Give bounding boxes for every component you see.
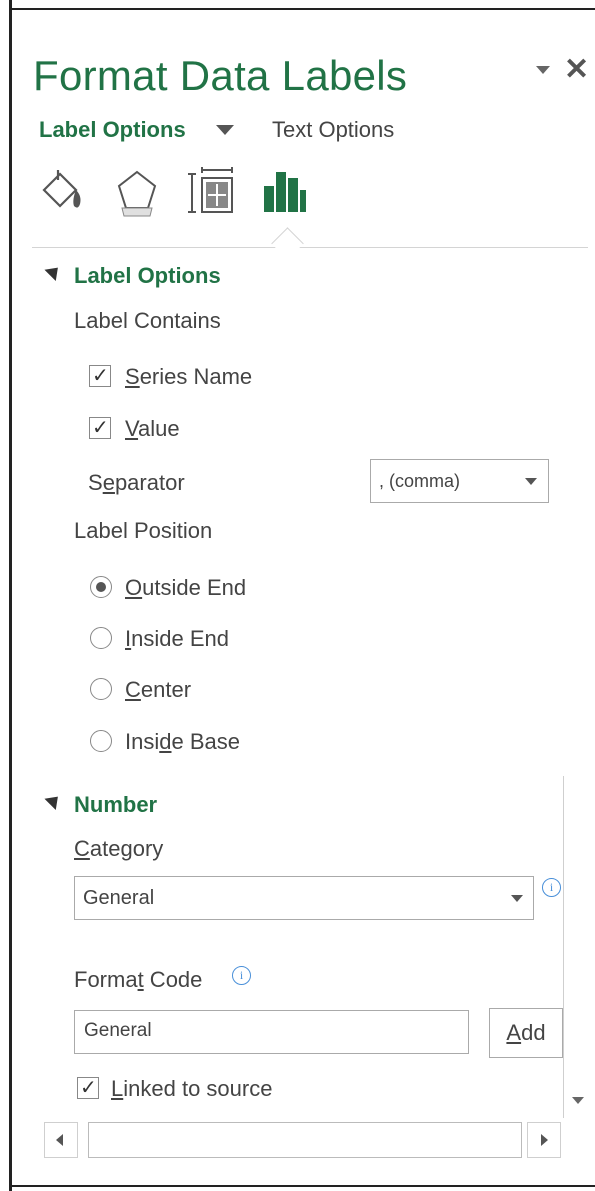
- label-position-heading: Label Position: [74, 518, 213, 543]
- info-icon[interactable]: i: [232, 966, 251, 985]
- scroll-down-arrow-icon[interactable]: [572, 1097, 584, 1104]
- center-label[interactable]: Center: [125, 677, 191, 703]
- value-label[interactable]: Value: [125, 416, 180, 442]
- effects-icon[interactable]: [112, 166, 162, 218]
- inside-base-label[interactable]: Inside Base: [125, 729, 240, 755]
- chevron-down-icon: [525, 478, 537, 485]
- info-icon[interactable]: i: [542, 878, 561, 897]
- collapse-triangle-icon[interactable]: [44, 261, 64, 282]
- label-options-icon[interactable]: [260, 166, 310, 218]
- format-code-label: Format Code: [74, 967, 203, 992]
- check-icon: ✓: [92, 363, 109, 387]
- collapse-triangle-icon[interactable]: [44, 790, 64, 811]
- series-name-label[interactable]: Series Name: [125, 364, 252, 390]
- inside-end-label[interactable]: Inside End: [125, 626, 229, 652]
- vertical-scrollbar[interactable]: [563, 776, 595, 1118]
- tab-divider: [32, 247, 588, 248]
- scroll-left-arrow-icon[interactable]: [44, 1122, 78, 1158]
- add-button[interactable]: Add: [489, 1008, 563, 1058]
- pane-border: [9, 0, 12, 1191]
- category-label: Category: [74, 836, 164, 861]
- radio-outside-end[interactable]: [90, 576, 112, 598]
- format-code-input[interactable]: General: [74, 1010, 469, 1054]
- tab-text-options[interactable]: Text Options: [272, 117, 394, 143]
- section-number[interactable]: Number: [74, 792, 157, 818]
- series-name-checkbox[interactable]: ✓: [89, 363, 111, 387]
- check-icon: ✓: [80, 1075, 97, 1099]
- separator-label: Separator: [88, 470, 185, 495]
- separator-select[interactable]: , (comma): [370, 459, 549, 503]
- scroll-right-arrow-icon[interactable]: [527, 1122, 561, 1158]
- section-label-options[interactable]: Label Options: [74, 263, 221, 289]
- horizontal-scroll-thumb[interactable]: [88, 1122, 522, 1158]
- linked-to-source-checkbox[interactable]: ✓: [77, 1075, 99, 1099]
- chevron-down-icon: [511, 895, 523, 902]
- tab-label-options[interactable]: Label Options: [39, 117, 186, 143]
- outside-end-label[interactable]: Outside End: [125, 575, 246, 601]
- close-icon[interactable]: ✕: [564, 52, 589, 88]
- radio-center[interactable]: [90, 678, 112, 700]
- check-icon: ✓: [92, 415, 109, 439]
- radio-inside-end[interactable]: [90, 627, 112, 649]
- fill-line-icon[interactable]: [38, 166, 88, 218]
- radio-inside-base[interactable]: [90, 730, 112, 752]
- chevron-down-icon[interactable]: [536, 66, 550, 74]
- pane-border: [9, 8, 595, 10]
- size-properties-icon[interactable]: [186, 166, 236, 218]
- pane-border: [9, 1185, 595, 1187]
- linked-to-source-label[interactable]: Linked to source: [111, 1076, 272, 1102]
- active-tab-pointer: [271, 227, 304, 260]
- label-contains-heading: Label Contains: [74, 308, 221, 333]
- tab-dropdown-caret-icon[interactable]: [216, 125, 234, 135]
- category-select[interactable]: General: [74, 876, 534, 920]
- pane-title: Format Data Labels: [33, 52, 408, 99]
- format-data-labels-pane: Format Data Labels ✕ Label Options Text …: [0, 0, 595, 1191]
- value-checkbox[interactable]: ✓: [89, 415, 111, 439]
